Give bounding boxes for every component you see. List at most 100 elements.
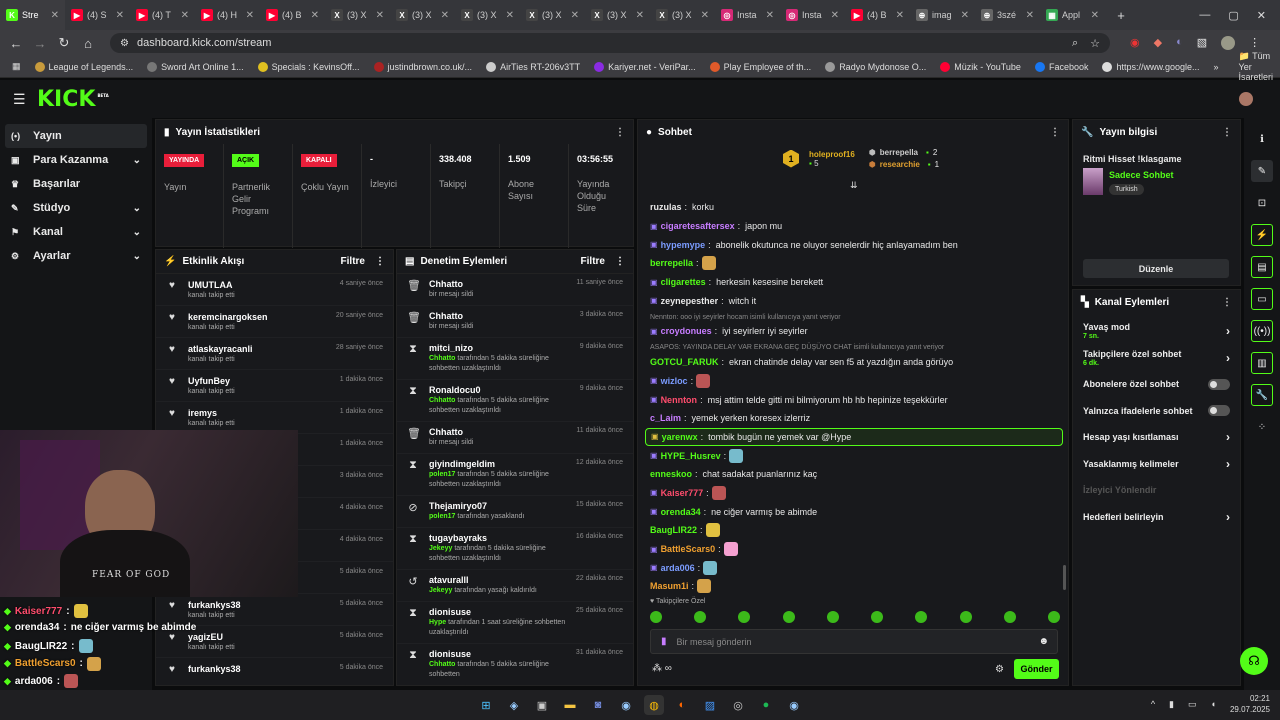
steam-icon[interactable]: ◉: [784, 695, 804, 715]
browser-tab[interactable]: ▶ (4) H ✕: [195, 0, 260, 30]
browser-tab[interactable]: X (3) X ✕: [520, 0, 585, 30]
chevron-down-icon[interactable]: ⌄: [133, 251, 141, 262]
chat-username[interactable]: Kaiser777: [661, 488, 704, 498]
emoji-icon[interactable]: ☻: [1038, 636, 1049, 647]
activity-user[interactable]: keremcinargoksen: [188, 312, 326, 322]
extension-icon[interactable]: ◆: [1154, 36, 1162, 50]
profile-avatar[interactable]: [1221, 36, 1236, 50]
emote-button[interactable]: [826, 611, 839, 623]
browser-tab[interactable]: ▶ (4) B ✕: [845, 0, 910, 30]
chat-settings-icon[interactable]: ⚙: [995, 664, 1004, 675]
chat-username[interactable]: BaugLIR22: [650, 525, 697, 535]
bookmark-item[interactable]: justindbrown.co.uk/...: [373, 61, 472, 72]
chat-username[interactable]: zeynepesther: [661, 296, 719, 306]
moderation-user[interactable]: Chhatto: [429, 279, 566, 289]
minimize-icon[interactable]: —: [1199, 9, 1210, 22]
emote-button[interactable]: [1003, 611, 1016, 623]
channel-action-item[interactable]: Yalnızca ifadelerle sohbet: [1073, 398, 1240, 425]
channel-action-item[interactable]: İzleyici Yönlendir: [1073, 477, 1240, 504]
chat-scrollbar[interactable]: [1063, 565, 1066, 590]
zoom-icon[interactable]: ⌕: [1072, 37, 1078, 50]
mic-icon[interactable]: ▮: [661, 636, 667, 647]
chat-message[interactable]: ▣ yarenwx: tombik bugün ne yemek var @Hype: [645, 427, 1063, 447]
bookmark-item[interactable]: Facebook: [1034, 61, 1088, 72]
sidebar-item[interactable]: ⚑ Kanal ⌄: [5, 220, 147, 244]
copilot-icon[interactable]: ◈: [504, 695, 524, 715]
info-icon[interactable]: ℹ: [1251, 128, 1273, 150]
chat-username[interactable]: BattleScars0: [661, 544, 716, 554]
emote-button[interactable]: [738, 611, 751, 623]
browser-menu-icon[interactable]: ⋮: [1249, 36, 1260, 50]
sidebar-item[interactable]: (•) Yayın: [5, 124, 147, 148]
close-tab-icon[interactable]: ✕: [766, 10, 774, 21]
extensions-puzzle-icon[interactable]: ▧: [1197, 36, 1207, 50]
filter-button[interactable]: Filtre: [341, 256, 365, 267]
emote-button[interactable]: [871, 611, 884, 623]
chevron-down-icon[interactable]: ⌄: [133, 203, 141, 214]
chevron-down-icon[interactable]: ⌄: [133, 155, 141, 166]
channel-action-item[interactable]: Yasaklanmış kelimeler ›: [1073, 451, 1240, 478]
chat-message[interactable]: ▣ croydonues: iyi seyirlerr iyi seyirler: [638, 322, 1068, 341]
close-tab-icon[interactable]: ✕: [571, 10, 579, 21]
moderator-name[interactable]: polen17: [429, 471, 455, 478]
volume-icon[interactable]: ◖: [1211, 699, 1216, 709]
close-tab-icon[interactable]: ✕: [181, 10, 189, 21]
chat-username[interactable]: cigaretesaftersex: [661, 221, 735, 231]
mic-tray-icon[interactable]: ▮: [1169, 699, 1174, 710]
chat-message[interactable]: ruzulas: korku: [638, 198, 1068, 217]
chat-username[interactable]: Masum1i: [650, 581, 689, 591]
chat-input[interactable]: ▮ Bir mesaj gönderin ☻: [650, 629, 1058, 654]
kebab-menu-icon[interactable]: ⋮: [1222, 297, 1232, 308]
browser-tab[interactable]: ◎ Insta ✕: [715, 0, 780, 30]
kick-logo[interactable]: KICK BETA: [37, 87, 109, 112]
browser-tab[interactable]: ◎ Insta ✕: [780, 0, 845, 30]
emote-button[interactable]: [694, 611, 707, 623]
more-bookmarks-icon[interactable]: »: [1214, 62, 1219, 72]
chevron-down-icon[interactable]: ⌄: [133, 227, 141, 238]
bookmark-item[interactable]: Play Employee of th...: [709, 61, 811, 72]
moderation-user[interactable]: mitci_nizo: [429, 343, 570, 353]
chat-username[interactable]: hypemype: [661, 240, 706, 250]
browser-tab[interactable]: ▶ (4) T ✕: [130, 0, 195, 30]
browser-tab[interactable]: ⊕ 3szé ✕: [975, 0, 1040, 30]
edit-icon[interactable]: ✎: [1251, 160, 1273, 182]
bookmark-item[interactable]: Radyo Mydonose O...: [825, 61, 926, 72]
extension-icon[interactable]: ◉: [1130, 36, 1140, 50]
store-icon[interactable]: ▣: [532, 695, 552, 715]
close-tab-icon[interactable]: ✕: [636, 10, 644, 21]
chat-message[interactable]: ▣ Nennton: msj attim telde gitti mi bilmiy…: [638, 390, 1068, 409]
browser-tab[interactable]: ⊕ imag ✕: [910, 0, 975, 30]
moderation-user[interactable]: Chhatto: [429, 311, 570, 321]
chat-username[interactable]: GOTCU_FARUK: [650, 357, 719, 367]
browser-tab[interactable]: X (3) X ✕: [325, 0, 390, 30]
close-tab-icon[interactable]: ✕: [116, 10, 124, 21]
filter-button[interactable]: Filtre: [581, 256, 605, 267]
moderator-name[interactable]: Chhatto: [429, 355, 455, 362]
moderation-user[interactable]: atavuralll: [429, 575, 566, 585]
infinity-icon[interactable]: ∞: [665, 663, 672, 674]
broadcast-icon[interactable]: ((•)): [1251, 320, 1273, 342]
kebab-menu-icon[interactable]: ⋮: [1050, 127, 1060, 138]
toggle-switch[interactable]: [1208, 378, 1230, 390]
moderator-name[interactable]: polen17: [429, 513, 455, 520]
spotify-icon[interactable]: ●: [756, 695, 776, 715]
browser-tab[interactable]: X (3) X ✕: [390, 0, 455, 30]
chat-username[interactable]: ruzulas: [650, 202, 682, 212]
moderation-user[interactable]: dionisuse: [429, 607, 566, 617]
moderation-user[interactable]: Chhatto: [429, 427, 566, 437]
photos-icon[interactable]: ▨: [700, 695, 720, 715]
points-icon[interactable]: ⁂: [652, 663, 662, 674]
flash-icon[interactable]: ⚡: [1251, 224, 1273, 246]
chat-message[interactable]: enneskoo: chat sadakat puanlarınız kaç: [638, 465, 1068, 484]
maximize-icon[interactable]: ▢: [1228, 9, 1238, 22]
chat-username[interactable]: cligarettes: [661, 277, 706, 287]
sidebar-item[interactable]: ✎ Stüdyo ⌄: [5, 196, 147, 220]
browser-tab[interactable]: K Stre ✕: [0, 0, 65, 30]
wrench-icon[interactable]: 🔧: [1251, 384, 1273, 406]
chat-message[interactable]: BaugLIR22:: [638, 521, 1068, 540]
activity-user[interactable]: iremys: [188, 408, 330, 418]
chat-username[interactable]: croydonues: [661, 326, 712, 336]
start-icon[interactable]: ⊞: [476, 695, 496, 715]
chrome-icon[interactable]: ◍: [644, 695, 664, 715]
close-tab-icon[interactable]: ✕: [701, 10, 709, 21]
